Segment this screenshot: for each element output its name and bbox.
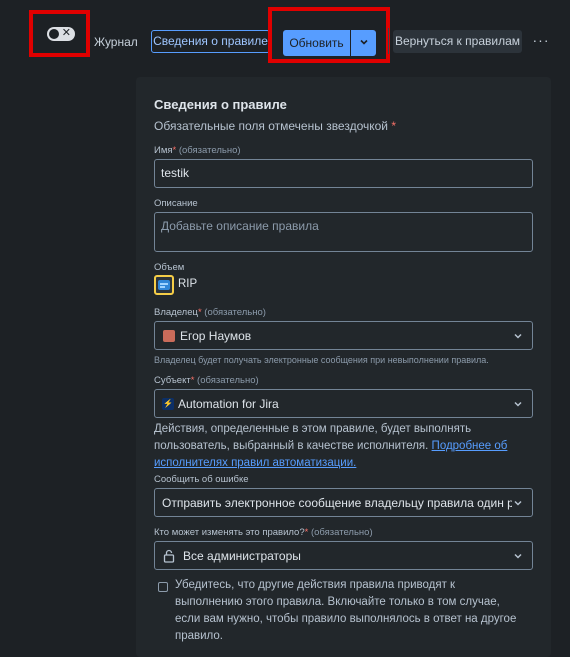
actor-select[interactable]: ⚡ Automation for Jira <box>154 389 533 418</box>
highlight-frame-toggle: ✕ <box>29 10 90 57</box>
editors-select[interactable]: Все администраторы <box>154 541 533 570</box>
automation-icon: ⚡ <box>162 398 174 410</box>
scope-label: Объем <box>154 262 185 273</box>
scope-value: RIP <box>178 278 198 290</box>
rule-details-button[interactable]: Сведения о правиле <box>151 30 270 53</box>
owner-select[interactable]: Егор Наумов <box>154 321 533 350</box>
unlock-icon <box>163 549 175 563</box>
owner-label: Владелец* (обязательно) <box>154 307 266 318</box>
update-button[interactable]: Обновить <box>283 30 350 56</box>
notify-label: Сообщить об ошибке <box>154 474 249 485</box>
panel-title: Сведения о правиле <box>154 97 287 112</box>
required-fields-note: Обязательные поля отмечены звездочкой * <box>154 119 397 133</box>
project-avatar-icon <box>158 280 170 290</box>
rule-details-panel: Сведения о правиле Обязательные поля отм… <box>136 77 551 657</box>
description-input[interactable]: Добавьте описание правила <box>154 212 533 252</box>
back-to-rules-button[interactable]: Вернуться к правилам <box>393 30 522 53</box>
toolbar-divider <box>388 28 389 54</box>
toggle-knob <box>49 29 59 39</box>
actor-help: Действия, определенные в этом правиле, б… <box>154 423 508 469</box>
description-label: Описание <box>154 198 198 209</box>
allow-rule-trigger-checkbox[interactable] <box>158 582 168 592</box>
chevron-down-icon <box>514 401 522 407</box>
chevron-down-icon <box>514 500 522 506</box>
actor-label: Субъект* (обязательно) <box>154 375 259 386</box>
notify-select[interactable]: Отправить электронное сообщение владельц… <box>154 488 533 517</box>
chevron-down-icon <box>359 39 368 45</box>
name-label: Имя* (обязательно) <box>154 145 241 156</box>
avatar <box>163 330 175 342</box>
chevron-down-icon <box>514 333 522 339</box>
rule-enabled-toggle[interactable]: ✕ <box>47 27 75 41</box>
chevron-down-icon <box>514 553 522 559</box>
rule-toolbar: ✕ Журнал Сведения о правиле Обновить Вер… <box>0 0 570 70</box>
more-options-icon[interactable]: ··· <box>532 30 550 52</box>
required-star: * <box>391 119 397 133</box>
update-options-button[interactable] <box>351 30 376 56</box>
owner-help-text: Владелец будет получать электронные сооб… <box>154 355 489 365</box>
journal-label[interactable]: Журнал <box>94 35 138 49</box>
editors-label: Кто может изменять это правило?* (обязат… <box>154 527 373 538</box>
name-input[interactable]: testik <box>154 159 533 188</box>
project-icon <box>154 275 174 295</box>
highlight-frame-update: Обновить <box>268 7 390 63</box>
close-icon: ✕ <box>61 27 71 39</box>
checkbox-label: Убедитесь, что другие действия правила п… <box>175 579 517 642</box>
